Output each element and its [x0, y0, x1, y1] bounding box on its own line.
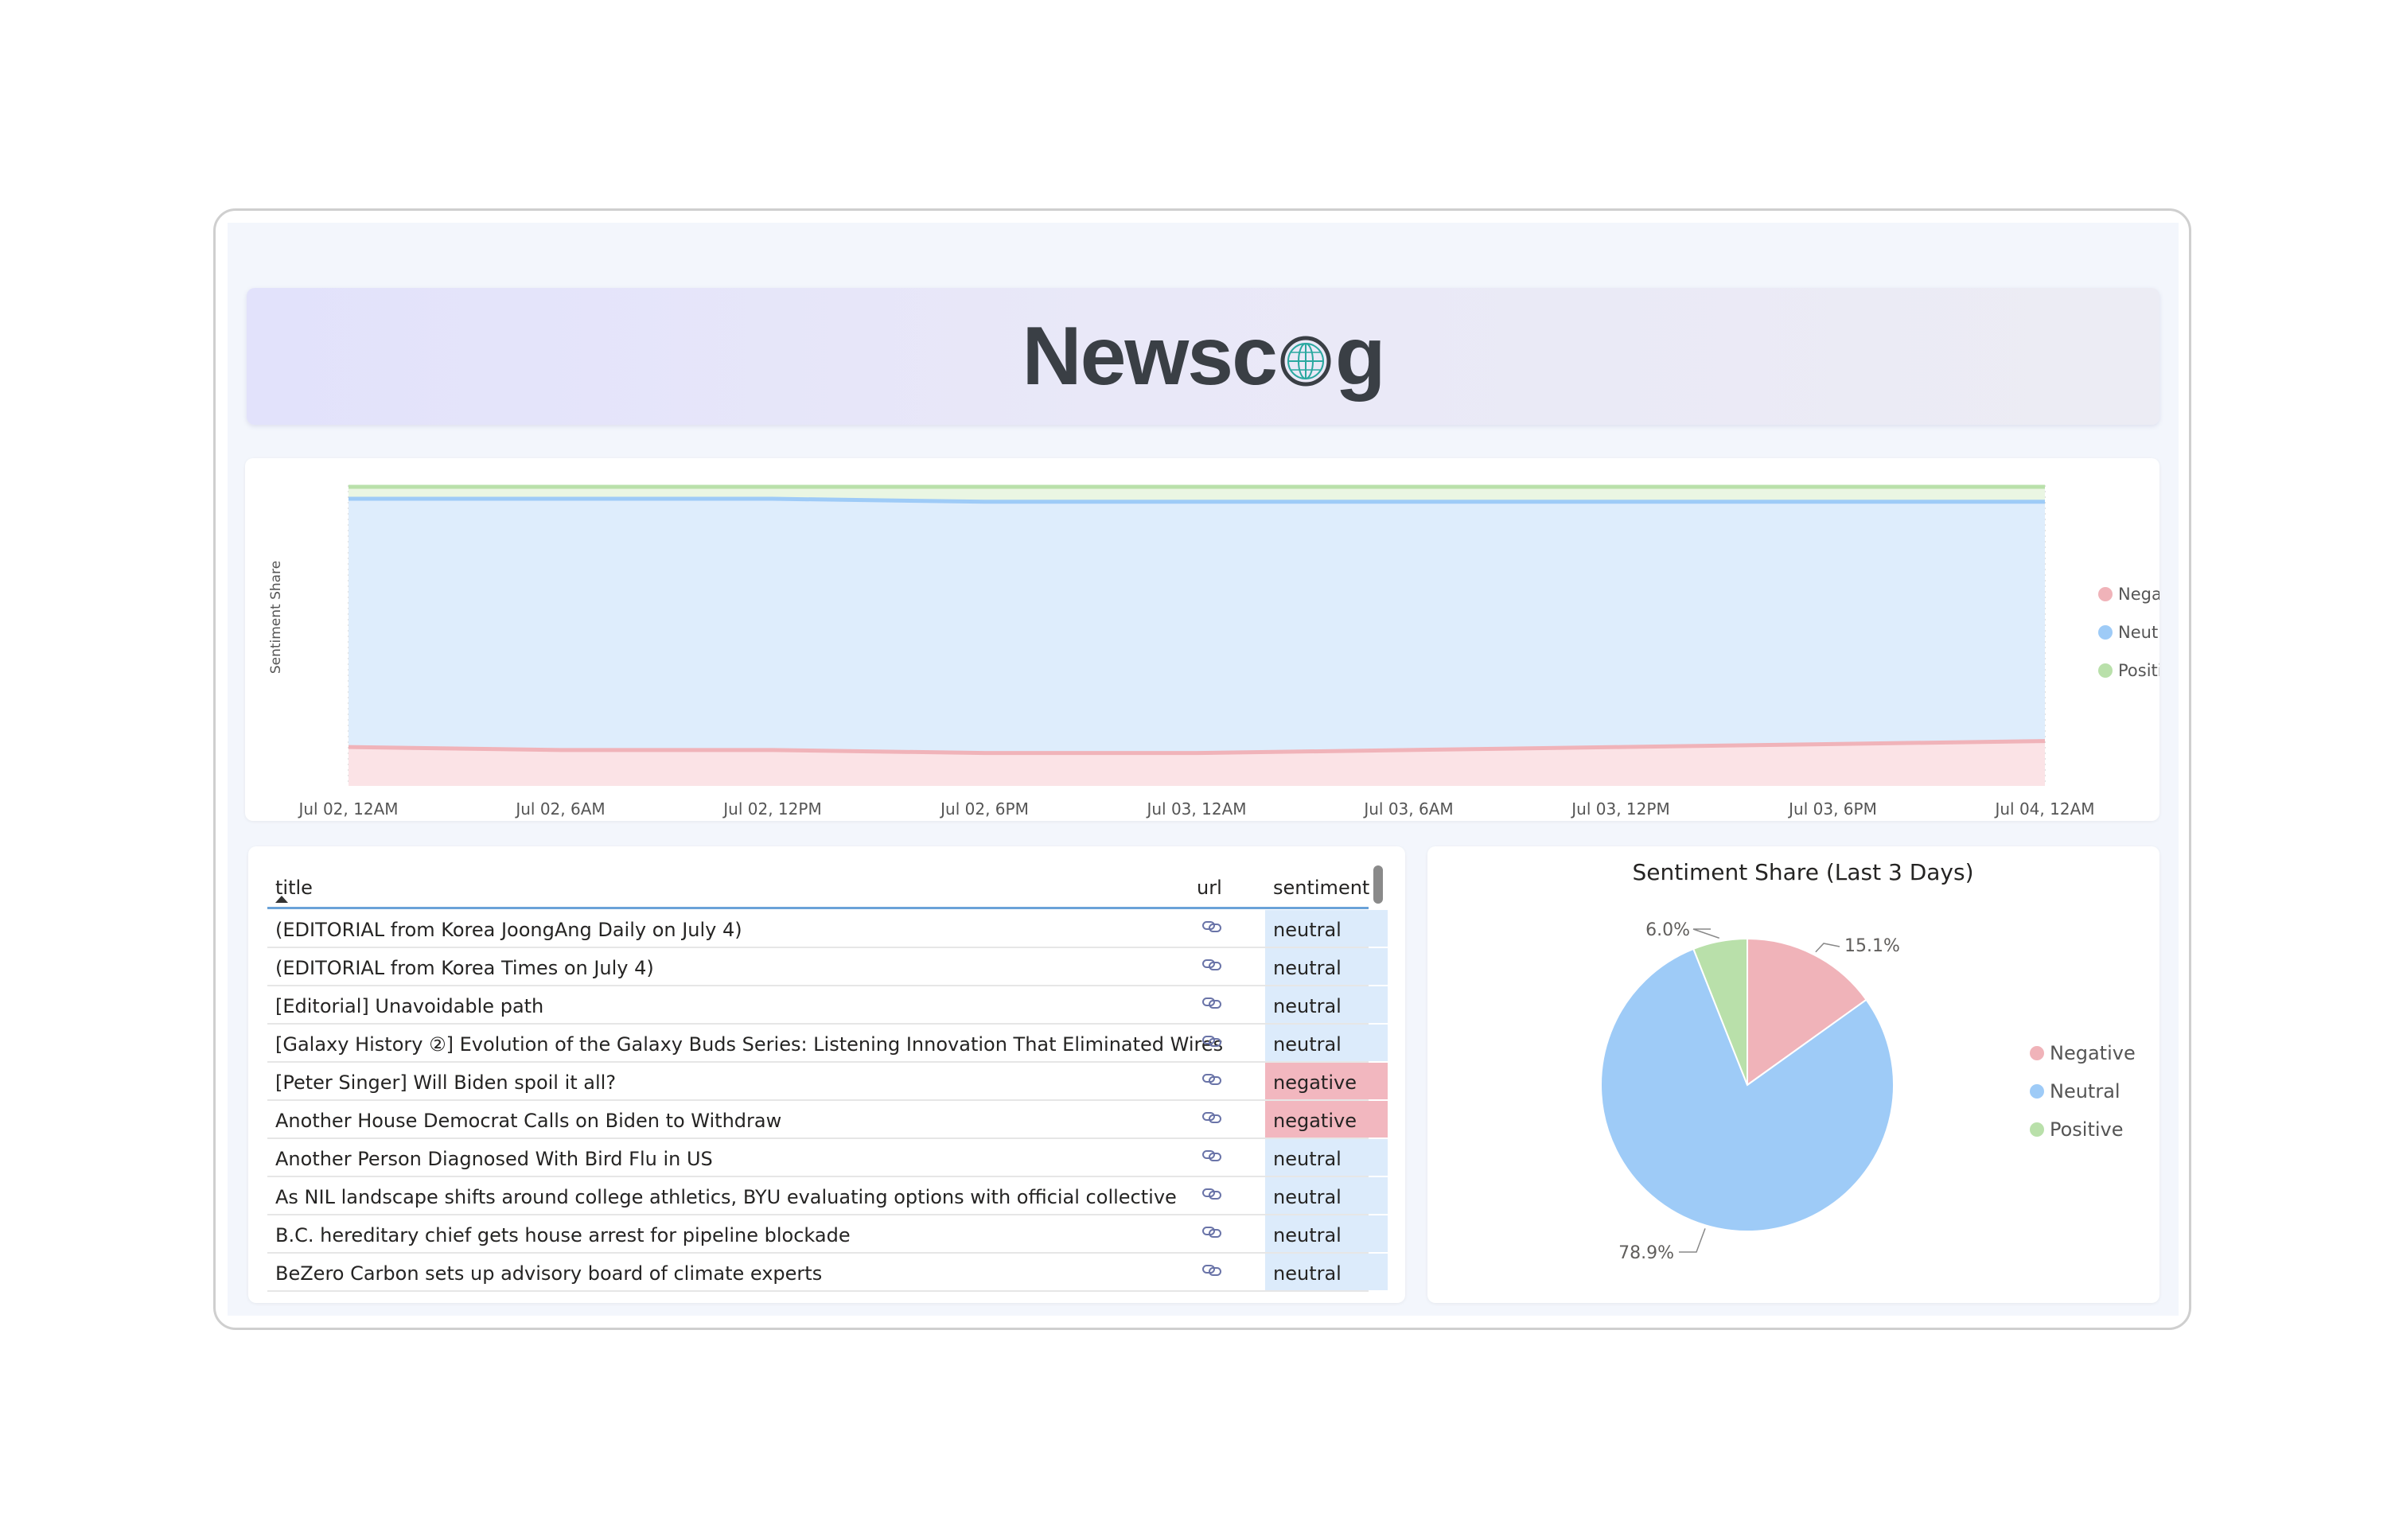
table-scrollbar[interactable]	[1373, 865, 1383, 904]
x-tick-label: Jul 02, 12PM	[722, 799, 821, 819]
x-tick-label: Jul 02, 6PM	[939, 799, 1029, 819]
x-tick-label: Jul 03, 6AM	[1362, 799, 1453, 819]
sentiment-area-chart-card: Jul 02, 12AM Jul 02, 6AM Jul 02, 12PM Jul 0…	[245, 458, 2193, 821]
pie-legend-label-neutral[interactable]: Neutral	[2050, 1080, 2120, 1102]
link-icon[interactable]	[1200, 915, 1224, 939]
legend-marker-negative	[2098, 587, 2113, 601]
pie-legend-label-negative[interactable]: Negative	[2050, 1042, 2136, 1064]
pie-legend-marker-positive	[2030, 1122, 2044, 1137]
link-icon[interactable]	[1200, 1106, 1224, 1130]
x-tick-label: Jul 03, 12PM	[1570, 799, 1669, 819]
pie-leader-line	[1815, 943, 1840, 953]
row-sentiment: neutral	[1265, 1025, 1388, 1061]
table-row[interactable]: Another Person Diagnosed With Bird Flu i…	[267, 1139, 1388, 1177]
table-row[interactable]: As NIL landscape shifts around college a…	[267, 1177, 1388, 1215]
pie-data-label-neutral: 78.9%	[1618, 1243, 1674, 1263]
row-sentiment: negative	[1265, 1063, 1388, 1099]
table-row[interactable]: [Galaxy History ②] Evolution of the Gala…	[267, 1025, 1388, 1063]
row-sentiment: negative	[1265, 1101, 1388, 1138]
globe-icon	[1280, 336, 1331, 387]
pie-leader-line	[1679, 1228, 1706, 1253]
row-sentiment: neutral	[1265, 986, 1388, 1023]
pie-legend-marker-neutral	[2030, 1084, 2044, 1099]
row-sentiment: neutral	[1265, 1215, 1388, 1252]
link-icon[interactable]	[1200, 1258, 1224, 1282]
logo-text-left: Newsc	[1022, 309, 1278, 402]
sort-ascending-icon[interactable]	[275, 896, 288, 903]
table-row[interactable]: [Editorial] Unavoidable path neutral	[267, 986, 1388, 1025]
table-header: title url sentiment	[267, 854, 1369, 909]
x-tick-label: Jul 04, 12AM	[1993, 799, 2094, 819]
row-title: [Galaxy History ②] Evolution of the Gala…	[275, 1033, 1224, 1056]
articles-table-card: title url sentiment (EDITORIAL from Kore…	[248, 846, 1405, 1303]
row-title: [Peter Singer] Will Biden spoil it all?	[275, 1071, 617, 1094]
legend-label-neutral[interactable]: Neutral	[2118, 623, 2180, 642]
x-tick-label: Jul 03, 6PM	[1787, 799, 1877, 819]
link-icon[interactable]	[1200, 1220, 1224, 1244]
row-sentiment: neutral	[1265, 1177, 1388, 1214]
legend-marker-neutral	[2098, 625, 2113, 640]
pie-legend-label-positive[interactable]: Positive	[2050, 1118, 2124, 1141]
table-row[interactable]: BeZero Carbon sets up advisory board of …	[267, 1254, 1388, 1292]
row-title: (EDITORIAL from Korea Times on July 4)	[275, 957, 654, 979]
row-title: (EDITORIAL from Korea JoongAng Daily on …	[275, 919, 742, 941]
row-title: B.C. hereditary chief gets house arrest …	[275, 1224, 851, 1246]
link-icon[interactable]	[1200, 1144, 1224, 1168]
row-title: BeZero Carbon sets up advisory board of …	[275, 1262, 823, 1285]
row-sentiment: neutral	[1265, 1139, 1388, 1176]
row-sentiment: neutral	[1265, 948, 1388, 985]
pie-leader-line	[1692, 928, 1720, 939]
pie-title: Sentiment Share (Last 3 Days)	[1633, 859, 1974, 885]
sentiment-pie-chart: Sentiment Share (Last 3 Days) 15.1% 78.9%…	[1600, 859, 2136, 1263]
row-title: Another House Democrat Calls on Biden to…	[275, 1110, 782, 1132]
table-body: (EDITORIAL from Korea JoongAng Daily on …	[267, 910, 1388, 1292]
row-title: As NIL landscape shifts around college a…	[275, 1186, 1177, 1208]
area-neutral	[349, 499, 2045, 753]
x-tick-label: Jul 02, 12AM	[297, 799, 398, 819]
x-tick-label: Jul 02, 6AM	[514, 799, 605, 819]
sentiment-pie-chart-card: Sentiment Share (Last 3 Days) 15.1% 78.9%…	[1427, 846, 2159, 1303]
pie-legend-marker-negative	[2030, 1046, 2044, 1060]
x-tick-label: Jul 03, 12AM	[1145, 799, 1246, 819]
y-axis-label: Sentiment Share	[268, 561, 284, 674]
newscog-logo: Newsc g	[247, 309, 2159, 402]
row-title: Another Person Diagnosed With Bird Flu i…	[275, 1148, 713, 1170]
row-sentiment: neutral	[1265, 910, 1388, 947]
row-sentiment: neutral	[1265, 1254, 1388, 1290]
link-icon[interactable]	[1200, 953, 1224, 977]
column-header-url[interactable]: url	[1197, 877, 1222, 899]
column-header-sentiment[interactable]: sentiment	[1273, 877, 1369, 899]
legend-label-positive[interactable]: Positive	[2118, 661, 2183, 680]
table-row[interactable]: [Peter Singer] Will Biden spoil it all? n…	[267, 1063, 1388, 1101]
table-row[interactable]: B.C. hereditary chief gets house arrest …	[267, 1215, 1388, 1254]
pie-data-label-positive: 6.0%	[1645, 920, 1690, 940]
table-row[interactable]: (EDITORIAL from Korea Times on July 4) ne…	[267, 948, 1388, 986]
link-icon[interactable]	[1200, 1029, 1224, 1053]
legend-marker-positive	[2098, 663, 2113, 678]
logo-text-right: g	[1335, 309, 1386, 402]
pie-data-label-negative: 15.1%	[1844, 936, 1900, 956]
row-title: [Editorial] Unavoidable path	[275, 995, 544, 1017]
header-banner: Newsc g	[247, 288, 2159, 425]
table-row[interactable]: (EDITORIAL from Korea JoongAng Daily on …	[267, 910, 1388, 948]
legend-label-negative[interactable]: Negative	[2118, 585, 2193, 604]
sentiment-area-chart: Jul 02, 12AM Jul 02, 6AM Jul 02, 12PM Jul 0…	[268, 484, 2193, 819]
table-row[interactable]: Another House Democrat Calls on Biden to…	[267, 1101, 1388, 1139]
link-icon[interactable]	[1200, 1182, 1224, 1206]
link-icon[interactable]	[1200, 991, 1224, 1015]
link-icon[interactable]	[1200, 1068, 1224, 1091]
